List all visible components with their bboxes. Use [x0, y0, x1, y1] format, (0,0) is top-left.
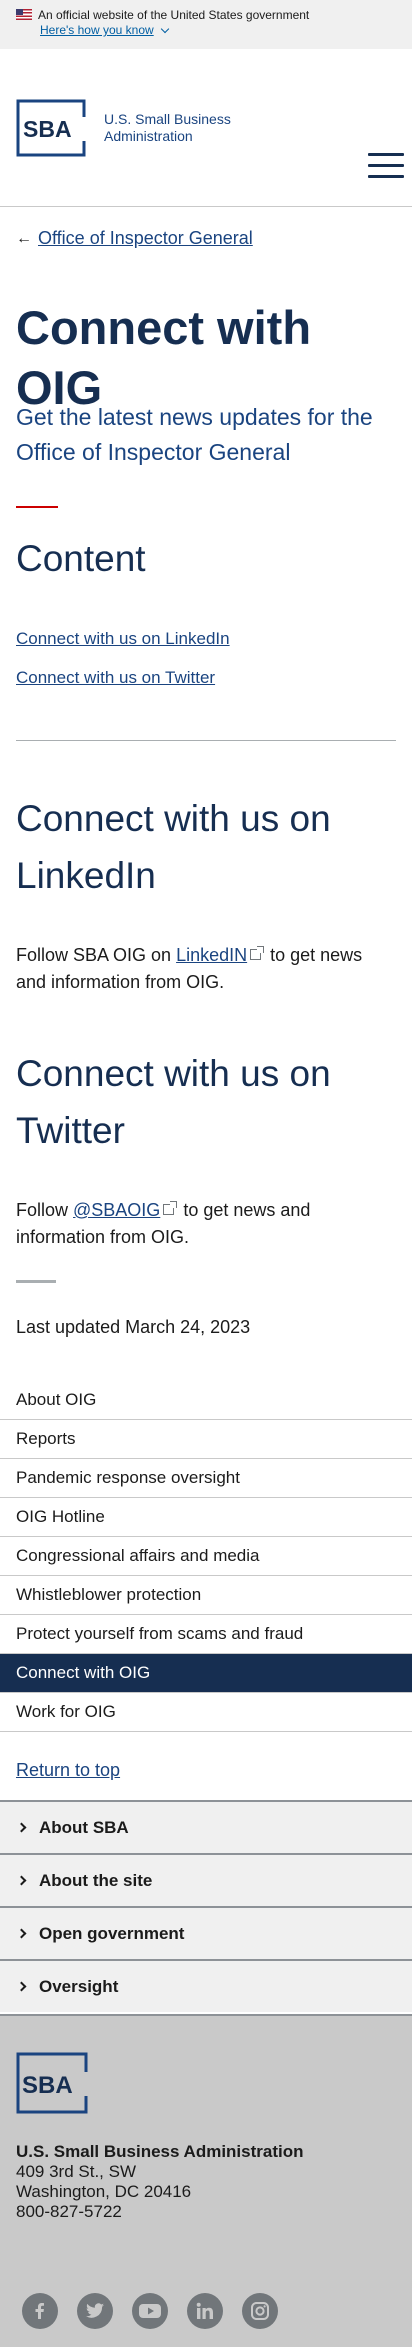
footer-phone: 800-827-5722 — [16, 2202, 122, 2221]
sidenav-item-hotline[interactable]: OIG Hotline — [0, 1498, 412, 1537]
logo-line-2: Administration — [104, 128, 193, 144]
footer-sba-logo[interactable]: SBA — [16, 2052, 98, 2119]
facebook-icon[interactable] — [22, 2293, 58, 2329]
sidenav-item-about-oig[interactable]: About OIG — [0, 1381, 412, 1420]
section-divider — [16, 740, 396, 741]
sba-logo[interactable]: SBA U.S. Small Business Administration — [16, 99, 231, 157]
content-heading: Content — [16, 538, 146, 579]
chevron-down-icon — [160, 24, 169, 33]
breadcrumb: ← Office of Inspector General — [16, 228, 253, 249]
gray-divider — [16, 1280, 56, 1283]
chevron-right-icon — [16, 1822, 27, 1833]
chevron-right-icon — [16, 1875, 27, 1886]
instagram-icon[interactable] — [242, 2293, 278, 2329]
site-header: SBA U.S. Small Business Administration — [0, 49, 412, 207]
linkedin-link[interactable]: LinkedIN — [176, 945, 247, 965]
external-link-icon — [163, 1201, 178, 1215]
sidenav-item-reports[interactable]: Reports — [0, 1420, 412, 1459]
gov-banner: An official website of the United States… — [0, 0, 412, 49]
linkedin-paragraph: Follow SBA OIG on LinkedIN to get news a… — [16, 945, 363, 992]
toc-link-twitter[interactable]: Connect with us on Twitter — [16, 667, 396, 689]
last-updated: Last updated March 24, 2023 — [16, 1317, 251, 1337]
social-links — [22, 2293, 278, 2329]
how-you-know-link[interactable]: Here's how you know — [40, 23, 169, 37]
side-nav: About OIG Reports Pandemic response over… — [0, 1381, 412, 1732]
twitter-paragraph: Follow @SBAOIG to get news and informati… — [16, 1200, 311, 1247]
sidenav-item-whistleblower[interactable]: Whistleblower protection — [0, 1576, 412, 1615]
chevron-right-icon — [16, 1928, 27, 1939]
site-footer: SBA U.S. Small Business Administration 4… — [0, 2014, 412, 2347]
sidenav-item-congressional[interactable]: Congressional affairs and media — [0, 1537, 412, 1576]
svg-text:SBA: SBA — [23, 116, 72, 142]
red-divider — [16, 506, 58, 508]
footer-address: U.S. Small Business Administration 409 3… — [16, 2142, 304, 2222]
sba-logo-icon: SBA — [16, 99, 93, 157]
sba-logo-icon: SBA — [16, 2052, 95, 2114]
accordion-open-government[interactable]: Open government — [0, 1906, 412, 1959]
accordion-about-sba[interactable]: About SBA — [0, 1800, 412, 1853]
accordion-oversight[interactable]: Oversight — [0, 1959, 412, 2012]
youtube-icon[interactable] — [132, 2293, 168, 2329]
footer-city: Washington, DC 20416 — [16, 2182, 192, 2201]
sidenav-item-pandemic[interactable]: Pandemic response oversight — [0, 1459, 412, 1498]
breadcrumb-link[interactable]: Office of Inspector General — [38, 228, 253, 249]
footer-accordions: About SBA About the site Open government… — [0, 1800, 412, 2012]
sidenav-item-connect[interactable]: Connect with OIG — [0, 1654, 412, 1693]
twitter-heading: Connect with us on Twitter — [16, 1053, 331, 1151]
twitter-icon[interactable] — [77, 2293, 113, 2329]
page-lead: Get the latest news updates for the Offi… — [16, 404, 373, 465]
svg-text:SBA: SBA — [22, 2072, 73, 2099]
toc-link-linkedin[interactable]: Connect with us on LinkedIn — [16, 628, 396, 650]
linkedin-heading: Connect with us on LinkedIn — [16, 798, 331, 896]
twitter-link[interactable]: @SBAOIG — [73, 1200, 160, 1220]
logo-line-1: U.S. Small Business — [104, 111, 231, 127]
footer-org-name: U.S. Small Business Administration — [16, 2142, 304, 2161]
sidenav-item-work[interactable]: Work for OIG — [0, 1693, 412, 1732]
chevron-right-icon — [16, 1981, 27, 1992]
official-website-text: An official website of the United States… — [38, 7, 310, 22]
footer-street: 409 3rd St., SW — [16, 2162, 136, 2181]
menu-icon[interactable] — [368, 153, 404, 179]
us-flag-icon — [16, 9, 32, 20]
accordion-about-site[interactable]: About the site — [0, 1853, 412, 1906]
arrow-left-icon: ← — [16, 229, 32, 247]
external-link-icon — [250, 946, 265, 960]
linkedin-icon[interactable] — [187, 2293, 223, 2329]
return-to-top-link[interactable]: Return to top — [16, 1760, 396, 1781]
sidenav-item-scams[interactable]: Protect yourself from scams and fraud — [0, 1615, 412, 1654]
